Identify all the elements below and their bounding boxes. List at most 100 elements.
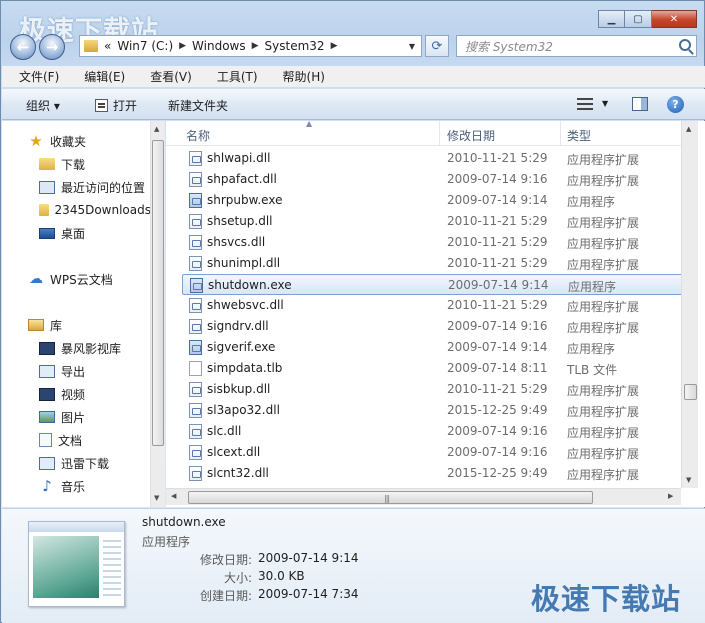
breadcrumb-chevron-icon[interactable]: ▶ xyxy=(331,41,338,51)
view-options-icon[interactable] xyxy=(577,98,593,110)
folder-icon xyxy=(39,158,55,170)
address-dropdown-icon[interactable]: ▼ xyxy=(409,42,415,51)
file-name: slc.dll xyxy=(207,424,242,438)
file-name: slcnt32.dll xyxy=(207,466,269,480)
export-icon xyxy=(39,364,55,378)
minimize-button[interactable]: ▁ xyxy=(598,10,625,28)
file-modified-date: 2009-07-14 9:16 xyxy=(447,424,548,438)
scroll-right-icon[interactable]: ▶ xyxy=(668,492,673,500)
breadcrumb-chevron-icon[interactable]: ▶ xyxy=(252,41,259,51)
file-scroll-thumb[interactable] xyxy=(684,384,697,400)
breadcrumb-chevron-icon[interactable]: ▶ xyxy=(179,41,186,51)
address-bar[interactable]: « Win7 (C:) ▶ Windows ▶ System32 ▶ ▼ xyxy=(79,35,422,57)
file-row[interactable]: slc.dll 2009-07-14 9:16 应用程序扩展 xyxy=(182,421,684,442)
nav-label: 桌面 xyxy=(61,226,86,241)
file-type: TLB 文件 xyxy=(567,363,618,377)
scroll-down-icon[interactable]: ▼ xyxy=(154,494,159,502)
file-type: 应用程序扩展 xyxy=(567,258,640,272)
help-button[interactable]: ? xyxy=(667,96,684,113)
breadcrumb-windows[interactable]: Windows xyxy=(192,39,246,53)
file-row[interactable]: shwebsvc.dll 2010-11-21 5:29 应用程序扩展 xyxy=(182,295,684,316)
forward-arrow-icon: → xyxy=(45,38,59,56)
breadcrumb-system32[interactable]: System32 xyxy=(265,39,325,53)
nav-baofeng[interactable]: 暴风影视库 xyxy=(39,338,121,358)
nav-wps-cloud[interactable]: ☁ WPS云文档 xyxy=(28,269,113,289)
file-row[interactable]: shunimpl.dll 2010-11-21 5:29 应用程序扩展 xyxy=(182,253,684,274)
address-overflow[interactable]: « xyxy=(104,39,111,53)
close-button[interactable]: ✕ xyxy=(652,10,697,28)
organize-button[interactable]: 组织 ▾ xyxy=(26,97,60,114)
menu-view[interactable]: 查看(V) xyxy=(133,68,200,85)
column-type[interactable]: 类型 xyxy=(567,127,591,144)
grip-icon: ||| xyxy=(384,494,390,503)
back-button[interactable]: ← xyxy=(10,34,36,60)
nav-music[interactable]: ♪ 音乐 xyxy=(39,476,85,496)
scroll-down-icon[interactable]: ▼ xyxy=(686,476,691,484)
nav-downloads[interactable]: 下载 xyxy=(39,154,85,174)
breadcrumb-drive[interactable]: Win7 (C:) xyxy=(117,39,173,53)
horizontal-scroll-thumb[interactable]: ||| xyxy=(188,491,593,504)
column-date[interactable]: 修改日期 xyxy=(447,127,495,144)
file-row[interactable]: shutdown.exe 2009-07-14 9:14 应用程序 xyxy=(182,274,684,295)
nav-documents[interactable]: 文档 xyxy=(39,430,82,450)
scroll-up-icon[interactable]: ▲ xyxy=(686,125,691,133)
preview-pane-icon[interactable] xyxy=(632,97,648,111)
search-input[interactable]: 搜索 System32 xyxy=(456,35,697,57)
file-modified-date: 2009-07-14 9:16 xyxy=(447,319,548,333)
nav-recent[interactable]: 最近访问的位置 xyxy=(39,177,145,197)
menu-file[interactable]: 文件(F) xyxy=(2,68,67,85)
open-button[interactable]: 打开 xyxy=(95,97,137,114)
new-folder-button[interactable]: 新建文件夹 xyxy=(168,97,228,114)
file-type: 应用程序扩展 xyxy=(567,300,640,314)
file-row[interactable]: sl3apo32.dll 2015-12-25 9:49 应用程序扩展 xyxy=(182,400,684,421)
view-dropdown-icon[interactable]: ▼ xyxy=(602,99,608,108)
column-divider[interactable] xyxy=(439,121,440,146)
file-row[interactable]: shrpubw.exe 2009-07-14 9:14 应用程序 xyxy=(182,190,684,211)
column-divider[interactable] xyxy=(560,121,561,146)
file-row[interactable]: slcext.dll 2009-07-14 9:16 应用程序扩展 xyxy=(182,442,684,463)
nav-export[interactable]: 导出 xyxy=(39,361,85,381)
maximize-button[interactable]: ▢ xyxy=(625,10,652,28)
menu-tools[interactable]: 工具(T) xyxy=(200,68,266,85)
nav-2345downloads[interactable]: 2345Downloads xyxy=(39,200,151,220)
file-vertical-scrollbar[interactable]: ▲ ▼ xyxy=(681,121,698,488)
file-type: 应用程序 xyxy=(567,342,616,356)
nav-desktop[interactable]: 桌面 xyxy=(39,223,85,243)
file-horizontal-scrollbar[interactable]: ◀ ||| ▶ xyxy=(166,488,681,505)
file-thumbnail xyxy=(28,521,125,607)
file-row[interactable]: sisbkup.dll 2010-11-21 5:29 应用程序扩展 xyxy=(182,379,684,400)
nav-xunlei[interactable]: 迅雷下载 xyxy=(39,453,109,473)
file-row[interactable]: slcnt32.dll 2015-12-25 9:49 应用程序扩展 xyxy=(182,463,684,484)
nav-label: 迅雷下载 xyxy=(61,456,110,471)
file-row[interactable]: simpdata.tlb 2009-07-14 8:11 TLB 文件 xyxy=(182,358,684,379)
scroll-left-icon[interactable]: ◀ xyxy=(171,492,176,500)
caption-buttons: ▁ ▢ ✕ xyxy=(598,10,697,28)
file-modified-date: 2015-12-25 9:49 xyxy=(447,466,548,480)
nav-label: 2345Downloads xyxy=(54,203,151,217)
library-icon xyxy=(28,319,44,331)
nav-libraries[interactable]: 库 xyxy=(28,315,62,335)
menu-edit[interactable]: 编辑(E) xyxy=(67,68,133,85)
scroll-up-icon[interactable]: ▲ xyxy=(154,125,159,133)
search-icon[interactable] xyxy=(679,39,691,51)
file-row[interactable]: signdrv.dll 2009-07-14 9:16 应用程序扩展 xyxy=(182,316,684,337)
refresh-button[interactable]: ⟳ xyxy=(425,35,449,57)
file-row[interactable]: shsvcs.dll 2010-11-21 5:29 应用程序扩展 xyxy=(182,232,684,253)
file-row[interactable]: shsetup.dll 2010-11-21 5:29 应用程序扩展 xyxy=(182,211,684,232)
nav-videos[interactable]: 视频 xyxy=(39,384,85,404)
thumbnail-titlebar xyxy=(29,522,124,532)
nav-scroll-thumb[interactable] xyxy=(152,140,164,446)
details-size-value: 30.0 KB xyxy=(258,569,305,583)
file-row[interactable]: shpafact.dll 2009-07-14 9:16 应用程序扩展 xyxy=(182,169,684,190)
nav-favorites[interactable]: ★ 收藏夹 xyxy=(28,131,86,151)
file-row[interactable]: sigverif.exe 2009-07-14 9:14 应用程序 xyxy=(182,337,684,358)
nav-pictures[interactable]: 图片 xyxy=(39,407,85,427)
forward-button[interactable]: → xyxy=(39,34,65,60)
file-name: sisbkup.dll xyxy=(207,382,271,396)
menu-help[interactable]: 帮助(H) xyxy=(266,68,333,85)
nav-scrollbar[interactable]: ▲ ▼ xyxy=(150,121,165,507)
file-type: 应用程序扩展 xyxy=(567,216,640,230)
file-type: 应用程序扩展 xyxy=(567,153,640,167)
file-row[interactable]: shlwapi.dll 2010-11-21 5:29 应用程序扩展 xyxy=(182,148,684,169)
column-name[interactable]: 名称 xyxy=(186,127,210,144)
